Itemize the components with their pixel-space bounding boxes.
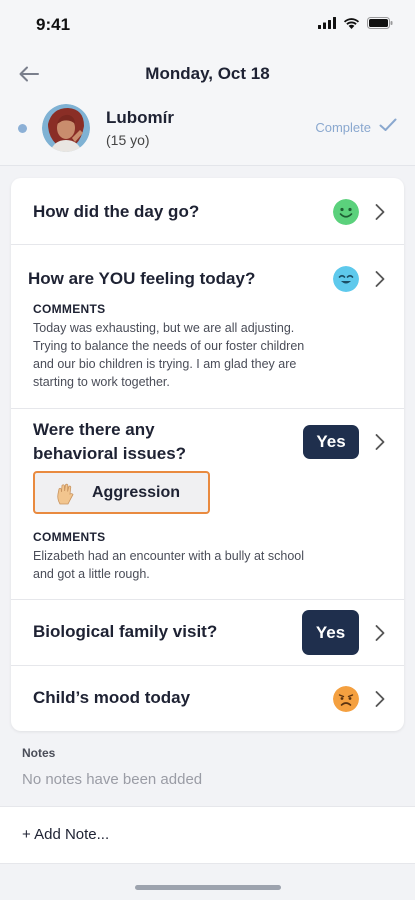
question-day-row[interactable]: How did the day go?	[11, 178, 404, 245]
answer-yes-badge[interactable]: Yes	[303, 425, 359, 459]
notes-empty-text: No notes have been added	[22, 771, 203, 788]
question-family-visit-row[interactable]: Biological family visit? Yes	[11, 599, 404, 666]
question-family-visit: Biological family visit?	[33, 622, 218, 641]
tag-label: Aggression	[92, 484, 181, 501]
question-feeling: How are YOU feeling today?	[28, 269, 256, 288]
status-bar: 9:41	[0, 0, 415, 50]
add-note-button[interactable]: + Add Note...	[0, 806, 415, 864]
status-dot	[18, 124, 27, 133]
comments-text: Today was exhausting, but we are all adj…	[33, 321, 305, 389]
add-note-label: + Add Note...	[22, 826, 110, 843]
child-age: (15 yo)	[106, 132, 150, 148]
comments-text: Elizabeth had an encounter with a bully …	[33, 549, 305, 581]
question-child-mood-row[interactable]: Child’s mood today	[11, 666, 404, 731]
checkmark-icon	[379, 118, 397, 131]
chevron-right-icon[interactable]	[374, 433, 386, 451]
signal-icon	[318, 17, 336, 29]
question-behavior: Were there any behavioral issues?	[33, 420, 187, 463]
page-title: Monday, Oct 18	[145, 64, 270, 83]
notes-label: Notes	[22, 746, 56, 760]
header: Monday, Oct 18	[0, 50, 415, 98]
complete-status: Complete	[315, 120, 371, 135]
question-behavior-row[interactable]: Were there any behavioral issues? Yes Ag…	[11, 409, 404, 599]
child-summary[interactable]: Lubomír (15 yo) Complete	[0, 98, 415, 166]
status-icons	[318, 17, 393, 29]
chevron-right-icon[interactable]	[374, 624, 386, 642]
aggression-tag[interactable]: Aggression	[33, 471, 210, 514]
question-child-mood: Child’s mood today	[33, 688, 191, 707]
question-day: How did the day go?	[33, 202, 200, 221]
chevron-right-icon[interactable]	[374, 203, 386, 221]
battery-icon	[367, 17, 393, 29]
answer-yes-badge[interactable]: Yes	[302, 610, 359, 655]
raised-hand-icon	[57, 483, 74, 505]
chevron-right-icon[interactable]	[374, 690, 386, 708]
home-indicator[interactable]	[135, 885, 281, 890]
avatar	[42, 104, 90, 152]
child-name: Lubomír	[106, 108, 174, 127]
question-feeling-row[interactable]: How are YOU feeling today? COMMENTS Toda…	[11, 245, 404, 409]
daily-log-card: How did the day go? How are YOU feeling …	[11, 178, 404, 731]
wifi-icon	[343, 18, 360, 29]
comments-label: COMMENTS	[33, 302, 106, 316]
content-face-icon	[333, 266, 359, 292]
comments-label: COMMENTS	[33, 530, 106, 544]
sad-face-icon	[333, 686, 359, 712]
chevron-right-icon[interactable]	[374, 270, 386, 288]
status-time: 9:41	[36, 15, 71, 34]
happy-face-icon	[333, 199, 359, 225]
